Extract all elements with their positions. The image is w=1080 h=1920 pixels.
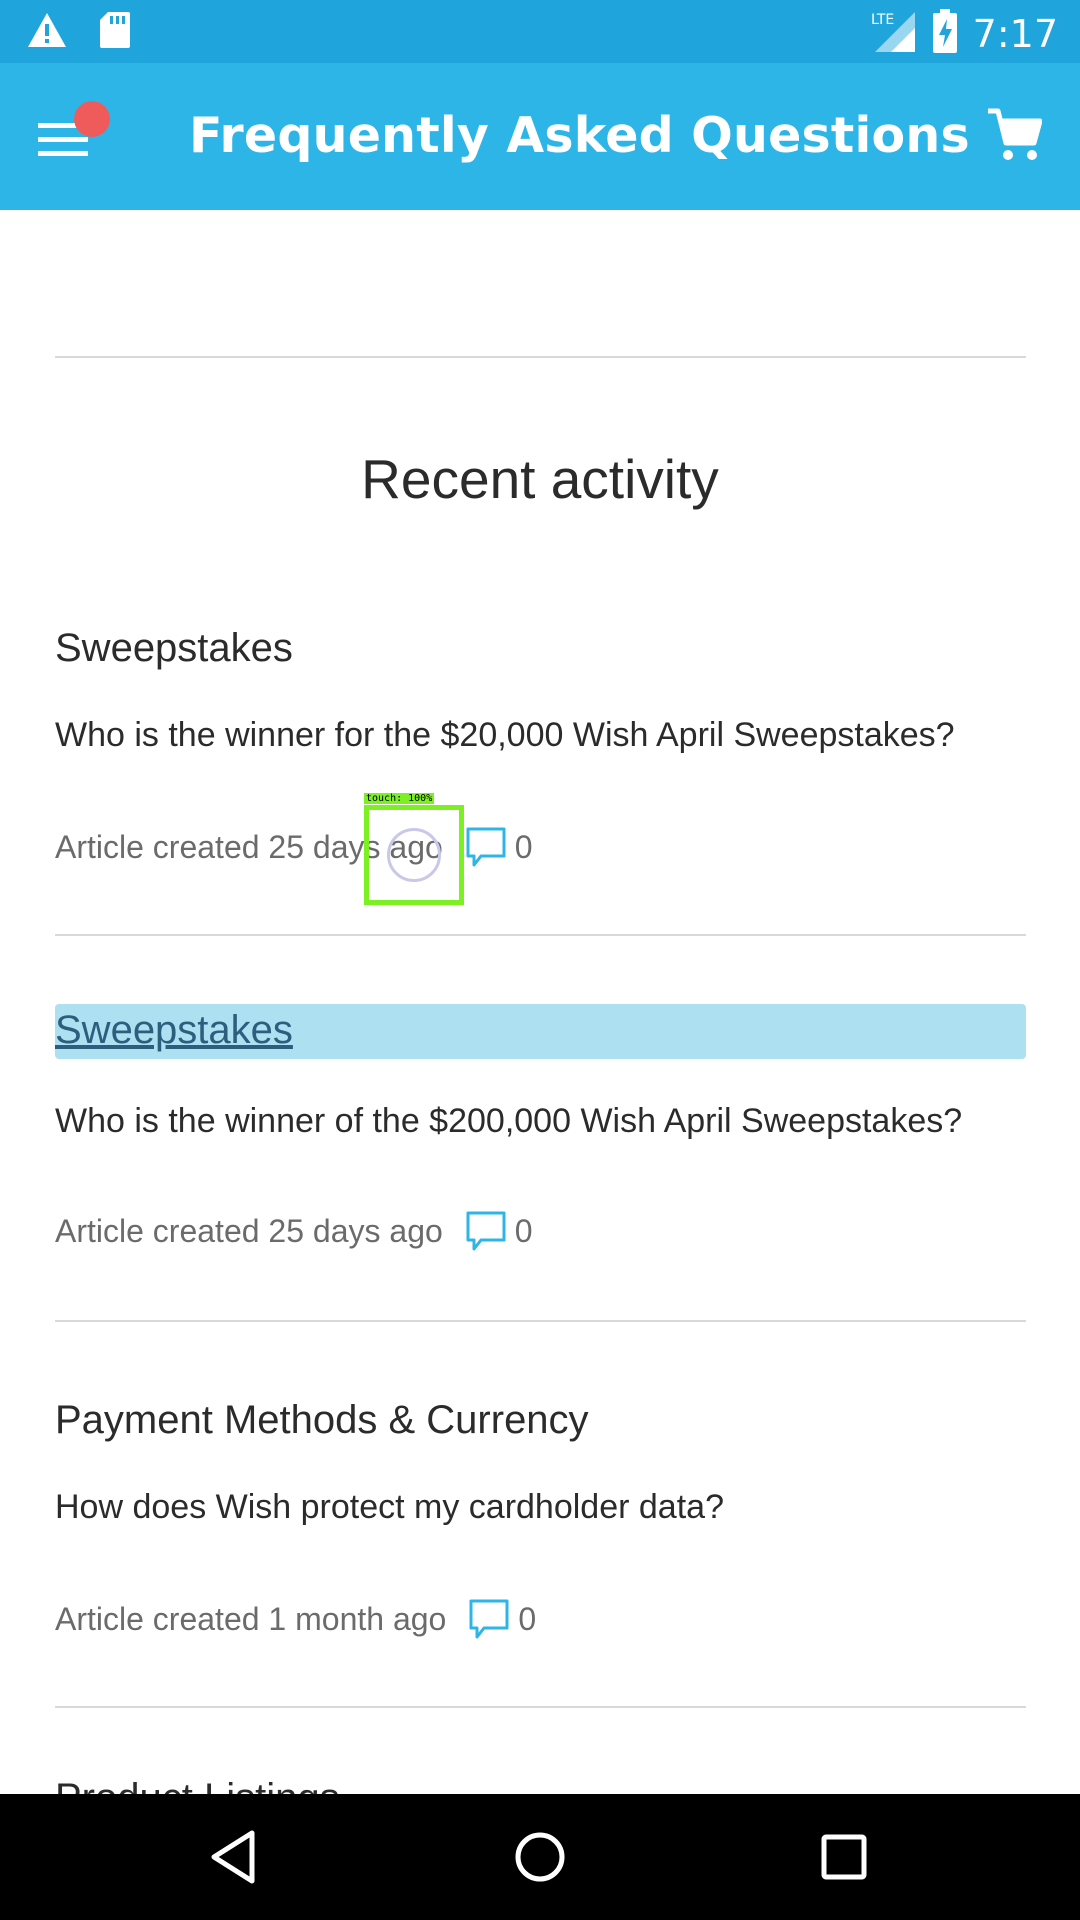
status-time: 7:17 [972, 11, 1058, 56]
touch-indicator-label: touch: 100% [364, 793, 435, 804]
divider [55, 1706, 1026, 1708]
comment-count: 0 [514, 828, 533, 865]
comment-icon [468, 1598, 510, 1640]
notification-dot [74, 101, 110, 137]
comment-count: 0 [514, 1212, 533, 1249]
comment-count: 0 [518, 1600, 537, 1637]
activity-item: Payment Methods & Currency How does Wish… [55, 1394, 1026, 1639]
activity-item: Sweepstakes Who is the winner of the $20… [55, 1004, 1026, 1251]
item-category-link[interactable]: Sweepstakes [55, 1004, 1026, 1059]
divider [55, 356, 1026, 358]
battery-charging-icon [931, 9, 959, 58]
item-question-link[interactable]: Who is the winner for the $20,000 Wish A… [55, 716, 955, 755]
activity-item: Sweepstakes Who is the winner for the $2… [55, 622, 1026, 867]
divider [55, 934, 1026, 936]
warning-icon [26, 11, 68, 54]
item-meta: Article created 1 month ago 0 [55, 1598, 536, 1640]
touch-point [387, 828, 441, 882]
item-category-link[interactable]: Sweepstakes [55, 622, 293, 675]
comment-icon [465, 1210, 507, 1252]
divider [55, 1320, 1026, 1322]
item-question-link[interactable]: How does Wish protect my cardholder data… [55, 1488, 724, 1527]
item-category-link[interactable]: Payment Methods & Currency [55, 1394, 589, 1447]
recents-icon[interactable] [814, 1827, 874, 1887]
item-question-link[interactable]: Who is the winner of the $200,000 Wish A… [55, 1102, 962, 1141]
page-title: Frequently Asked Questions [189, 107, 970, 164]
back-icon[interactable] [206, 1827, 266, 1887]
item-meta-text: Article created 25 days ago [55, 1212, 443, 1249]
item-meta: Article created 25 days ago 0 [55, 1210, 533, 1252]
cart-icon[interactable] [986, 107, 1046, 167]
status-bar: LTE 7:17 [0, 0, 1080, 63]
hamburger-menu-icon[interactable] [38, 101, 118, 173]
comment-icon [465, 826, 507, 868]
section-title: Recent activity [361, 448, 719, 510]
app-bar: Frequently Asked Questions [0, 63, 1080, 210]
svg-text:LTE: LTE [871, 12, 894, 28]
signal-icon: LTE [869, 8, 917, 59]
navigation-bar [0, 1794, 1080, 1920]
home-icon[interactable] [510, 1827, 570, 1887]
sd-card-icon [98, 10, 132, 55]
item-meta-text: Article created 1 month ago [55, 1600, 447, 1637]
